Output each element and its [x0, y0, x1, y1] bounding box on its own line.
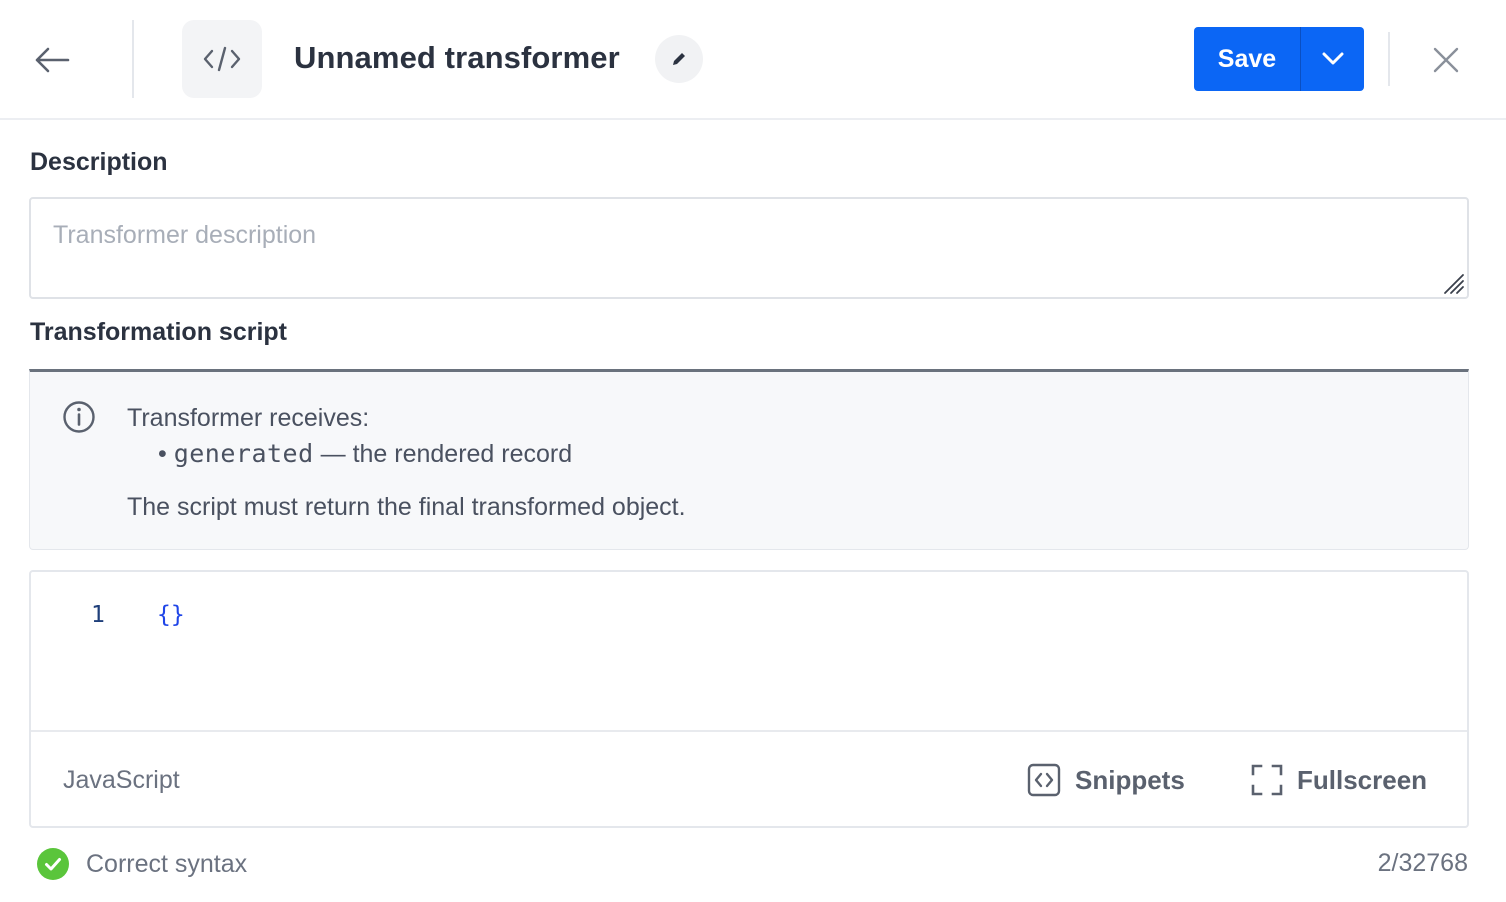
- pencil-icon: [673, 53, 685, 65]
- save-button[interactable]: Save: [1194, 27, 1300, 91]
- info-icon: [63, 401, 95, 433]
- snippets-icon: [1027, 763, 1061, 797]
- fullscreen-icon: [1251, 764, 1283, 796]
- transformer-type-tile: [182, 20, 262, 98]
- header-bar: Unnamed transformer Save: [0, 0, 1506, 120]
- header-divider: [132, 20, 134, 98]
- snippets-button[interactable]: Snippets: [1027, 760, 1185, 800]
- character-counter: 2/32768: [1377, 849, 1468, 877]
- fullscreen-label: Fullscreen: [1297, 764, 1428, 795]
- line-number: 1: [91, 602, 105, 628]
- syntax-status-text: Correct syntax: [86, 849, 248, 878]
- resize-handle-icon[interactable]: [1437, 267, 1465, 295]
- editor-footer: JavaScript Snippets Fullscreen: [31, 730, 1467, 828]
- script-info-box: Transformer receives: • generated — the …: [29, 369, 1469, 550]
- back-button[interactable]: [26, 38, 78, 82]
- info-bullet: • generated — the rendered record: [158, 439, 573, 468]
- save-options-dropdown[interactable]: [1301, 27, 1364, 91]
- page-title: Unnamed transformer: [294, 40, 620, 75]
- language-label: JavaScript: [63, 766, 180, 794]
- chevron-down-icon: [1322, 52, 1343, 65]
- code-editor: 1 {} JavaScript Snippets Fullscreen: [29, 570, 1469, 828]
- script-label: Transformation script: [30, 318, 287, 346]
- code-editor-body[interactable]: 1 {}: [31, 572, 1467, 730]
- save-button-group: Save: [1194, 27, 1364, 91]
- info-bullet-text: — the rendered record: [313, 440, 573, 468]
- arrow-left-icon: [35, 47, 70, 73]
- snippets-label: Snippets: [1075, 764, 1185, 795]
- close-icon: [1433, 47, 1459, 73]
- code-icon: [203, 46, 241, 72]
- info-outro: The script must return the final transfo…: [127, 493, 686, 521]
- info-intro: Transformer receives:: [127, 404, 370, 432]
- edit-title-button[interactable]: [655, 35, 703, 83]
- code-line: {}: [157, 602, 185, 628]
- check-circle-icon: [37, 848, 69, 880]
- description-input[interactable]: [31, 199, 1467, 297]
- description-label: Description: [30, 148, 168, 176]
- fullscreen-button[interactable]: Fullscreen: [1251, 760, 1427, 800]
- header-divider-right: [1388, 32, 1390, 86]
- close-button[interactable]: [1422, 36, 1470, 84]
- info-bullet-code: generated: [173, 439, 314, 468]
- syntax-status: Correct syntax: [36, 846, 247, 882]
- description-field-wrapper: [29, 197, 1469, 299]
